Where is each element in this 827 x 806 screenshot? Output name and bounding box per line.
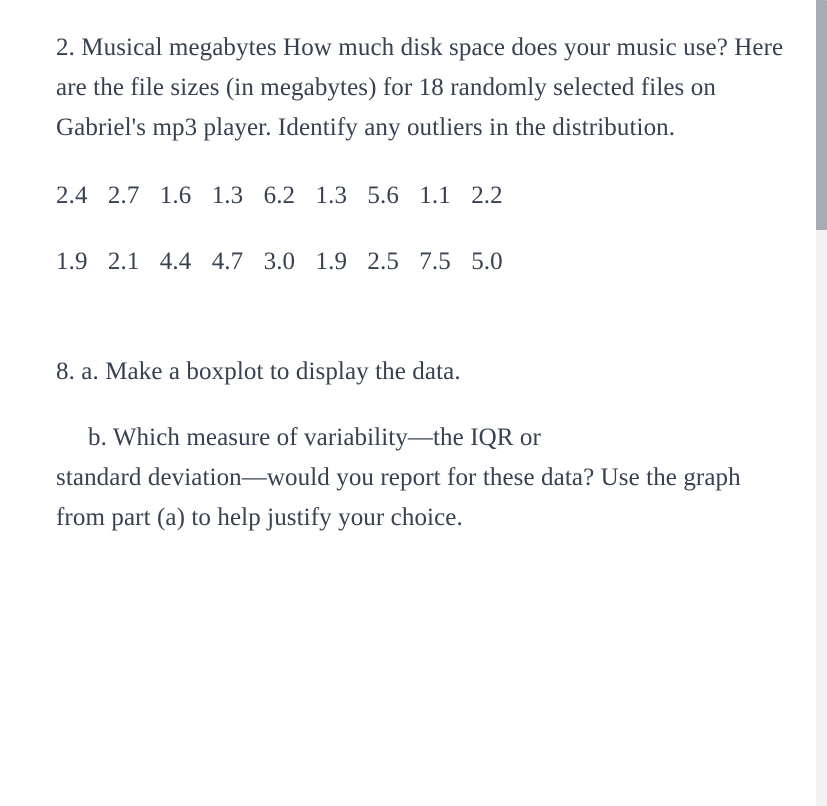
question-8-part-b: b. Which measure of variability—the IQR … [56, 418, 789, 538]
part-b-rest: standard deviation—would you report for … [56, 458, 789, 538]
document-content: 2. Musical megabytes How much disk space… [0, 0, 827, 566]
scrollbar-track[interactable] [816, 0, 827, 806]
question-2-text: 2. Musical megabytes How much disk space… [56, 28, 789, 148]
scrollbar-thumb[interactable] [816, 0, 827, 230]
part-b-first-line: b. Which measure of variability—the IQR … [56, 418, 789, 458]
data-row-1: 2.4 2.7 1.6 1.3 6.2 1.3 5.6 1.1 2.2 [56, 176, 789, 216]
data-row-2: 1.9 2.1 4.4 4.7 3.0 1.9 2.5 7.5 5.0 [56, 242, 789, 282]
question-8: 8. a. Make a boxplot to display the data… [56, 352, 789, 538]
question-8-part-a: 8. a. Make a boxplot to display the data… [56, 352, 789, 392]
